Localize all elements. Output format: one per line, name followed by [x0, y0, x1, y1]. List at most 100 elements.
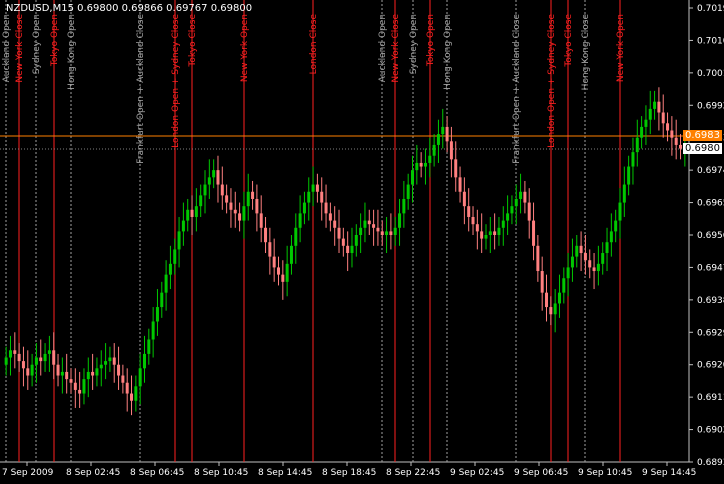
price-tick-label: 0.6956: [697, 231, 724, 241]
candle-body: [579, 245, 583, 254]
candle-body: [640, 126, 644, 138]
candle-body: [238, 213, 242, 221]
price-tick-label: 0.6974: [697, 166, 724, 176]
candle-body: [657, 101, 661, 113]
candle-body: [26, 368, 30, 376]
candle-body: [506, 213, 510, 221]
candle-body: [484, 235, 488, 239]
candle-body: [181, 220, 185, 232]
candle-body: [475, 224, 479, 232]
candle-body: [367, 220, 371, 225]
chart-header: NZDUSD,M15 0.69800 0.69866 0.69767 0.698…: [6, 3, 253, 14]
candle-body: [125, 382, 129, 394]
candle-body: [203, 184, 207, 196]
candle-body: [337, 227, 341, 239]
candle-body: [428, 155, 432, 163]
price-tick-label: 0.6965: [697, 199, 724, 209]
price-tick-label: 0.6947: [697, 263, 724, 273]
candle-body: [216, 170, 220, 185]
bid-price-tag: 0.6983: [683, 130, 722, 141]
time-tick-label: 8 Sep 02:45: [66, 468, 120, 478]
candle-body: [302, 202, 306, 214]
candle-body: [328, 213, 332, 221]
candle-body: [614, 220, 618, 232]
candle-body: [389, 231, 393, 235]
price-tick-label: 0.6929: [697, 328, 724, 338]
candle-body: [21, 361, 25, 369]
candle-body: [553, 303, 557, 315]
candle-body: [168, 263, 172, 275]
candle-body: [78, 389, 82, 394]
session-label: Tokyo Open: [426, 14, 436, 67]
candle-body: [268, 242, 272, 257]
candle-body: [674, 137, 678, 145]
candle-body: [60, 371, 64, 376]
candle-body: [39, 357, 43, 362]
candle-body: [298, 213, 302, 228]
session-label: Auckland Open: [378, 14, 388, 82]
candle-body: [73, 382, 77, 390]
time-tick-label: 8 Sep 06:45: [130, 468, 184, 478]
candle-body: [91, 371, 95, 376]
candle-body: [454, 159, 458, 178]
candle-body: [56, 364, 60, 376]
candle-body: [65, 371, 69, 380]
candle-body: [467, 206, 471, 217]
candle-body: [82, 379, 86, 394]
candle-body: [259, 213, 263, 228]
session-label: Hong Kong Open: [67, 14, 77, 90]
candle-body: [393, 227, 397, 235]
candle-body: [69, 379, 73, 383]
candle-body: [480, 231, 484, 239]
candle-body: [618, 202, 622, 221]
price-tick-label: 0.7019: [697, 4, 724, 14]
price-tick-label: 0.6920: [697, 361, 724, 371]
candle-body: [255, 198, 259, 214]
candle-body: [527, 202, 531, 221]
candle-body: [333, 220, 337, 228]
candle-body: [320, 191, 324, 203]
price-tick-label: 0.6911: [697, 393, 724, 403]
price-tick-label: 0.6938: [697, 296, 724, 306]
time-tick-label: 8 Sep 10:45: [194, 468, 248, 478]
candle-body: [588, 260, 592, 268]
chart-window[interactable]: 0.7019 0.7010 0.7001 0.6992 0.6983 0.6974 0.69…: [0, 0, 724, 480]
candle-body: [251, 191, 255, 199]
candle-body: [164, 274, 168, 293]
candle-body: [173, 249, 177, 264]
candle-body: [488, 231, 492, 235]
candle-body: [307, 191, 311, 203]
price-tick-label: 0.6902: [697, 426, 724, 436]
session-label: Sydney Open: [409, 14, 419, 74]
candle-body: [281, 274, 285, 282]
candle-body: [471, 216, 475, 225]
candle-body: [540, 271, 544, 293]
candle-body: [532, 220, 536, 246]
candle-body: [423, 162, 427, 167]
candle-body: [199, 195, 203, 207]
candle-body: [666, 123, 670, 131]
time-tick-label: 9 Sep 06:45: [514, 468, 568, 478]
candle-body: [289, 245, 293, 264]
candle-body: [635, 137, 639, 153]
candle-body: [605, 242, 609, 254]
candle-body: [142, 353, 146, 369]
candle-body: [134, 386, 138, 401]
session-label: Auckland Open: [2, 14, 12, 82]
candle-body: [557, 292, 561, 304]
time-tick-label: 8 Sep 14:45: [258, 468, 312, 478]
candle-body: [212, 170, 216, 178]
session-label: New York Open: [616, 14, 626, 82]
candle-body: [432, 144, 436, 156]
candle-body: [17, 353, 21, 362]
candle-body: [13, 350, 17, 354]
candle-body: [679, 144, 683, 149]
candle-body: [419, 162, 423, 167]
candle-body: [661, 112, 665, 124]
candle-body: [501, 220, 505, 228]
candle-body: [147, 339, 151, 354]
candle-body: [575, 245, 579, 257]
candlestick-chart[interactable]: 0.7019 0.7010 0.7001 0.6992 0.6983 0.6974 0.69…: [0, 0, 724, 480]
candle-body: [194, 206, 198, 217]
candle-body: [177, 231, 181, 250]
